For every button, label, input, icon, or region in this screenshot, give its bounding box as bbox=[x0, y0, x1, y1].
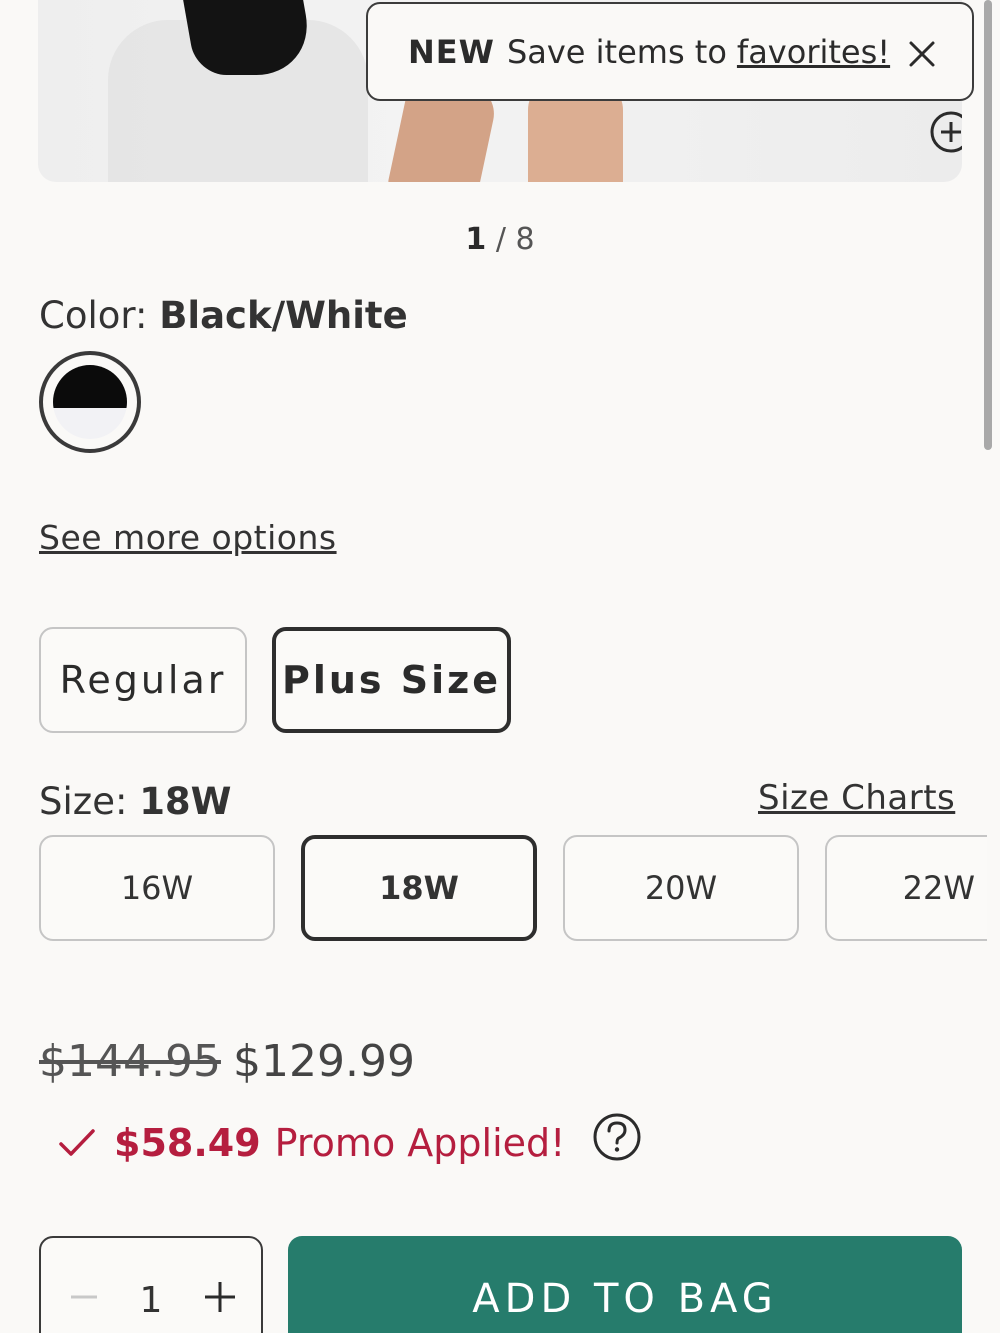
image-counter-current: 1 bbox=[465, 222, 487, 257]
help-icon[interactable] bbox=[592, 1112, 642, 1162]
size-option-22w[interactable]: 22W bbox=[825, 835, 987, 941]
color-label: Color: bbox=[39, 294, 148, 337]
promo-amount: $58.49 bbox=[114, 1121, 261, 1165]
color-value: Black/White bbox=[159, 294, 408, 337]
see-more-options-link[interactable]: See more options bbox=[39, 518, 337, 557]
sale-price: $129.99 bbox=[233, 1036, 415, 1087]
zoom-in-icon[interactable] bbox=[929, 110, 962, 164]
size-heading: Size: 18W bbox=[39, 780, 232, 823]
fit-plus-size-button[interactable]: Plus Size bbox=[272, 627, 511, 733]
image-counter: 1 / 8 bbox=[0, 222, 1000, 257]
image-counter-separator: / bbox=[495, 222, 506, 257]
color-swatch-black-white[interactable] bbox=[39, 351, 141, 453]
favorites-toast: NEW Save items to favorites! bbox=[366, 2, 974, 101]
minus-icon[interactable] bbox=[69, 1282, 99, 1312]
size-charts-link[interactable]: Size Charts bbox=[758, 778, 955, 818]
add-to-bag-button[interactable]: ADD TO BAG bbox=[288, 1236, 962, 1333]
size-option-18w[interactable]: 18W bbox=[301, 835, 537, 941]
promo-applied: $58.49 Promo Applied! bbox=[58, 1118, 565, 1168]
size-label: Size: bbox=[39, 780, 128, 823]
toast-new-label: NEW bbox=[408, 32, 495, 71]
swatch-fill bbox=[53, 365, 127, 439]
image-counter-total: 8 bbox=[515, 222, 535, 257]
fit-regular-button[interactable]: Regular bbox=[39, 627, 247, 733]
product-page: NEW Save items to favorites! 1 / 8 Color… bbox=[0, 0, 1000, 1333]
toast-message: Save items to bbox=[506, 32, 727, 71]
check-icon bbox=[59, 1129, 95, 1156]
size-option-16w[interactable]: 16W bbox=[39, 835, 275, 941]
quantity-stepper: 1 bbox=[39, 1236, 263, 1333]
size-option-20w[interactable]: 20W bbox=[563, 835, 799, 941]
quantity-value: 1 bbox=[139, 1280, 163, 1321]
favorites-link[interactable]: favorites! bbox=[737, 33, 890, 71]
size-value: 18W bbox=[139, 780, 232, 823]
close-icon[interactable] bbox=[906, 38, 938, 70]
plus-icon[interactable] bbox=[203, 1280, 237, 1314]
color-heading: Color: Black/White bbox=[39, 294, 408, 337]
original-price: $144.95 bbox=[39, 1036, 221, 1087]
promo-text: Promo Applied! bbox=[274, 1121, 566, 1165]
